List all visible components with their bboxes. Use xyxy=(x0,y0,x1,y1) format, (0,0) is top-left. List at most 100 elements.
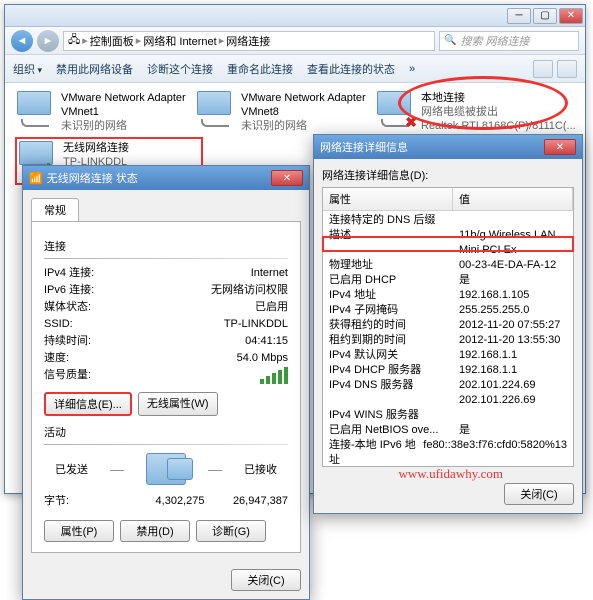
property-name: 物理地址 xyxy=(329,258,459,273)
adapter-description: Realtek RTL8168C(P)/8111C(... xyxy=(421,119,576,133)
close-button[interactable]: ✕ xyxy=(559,8,583,24)
adapter-status: 未识别的网络 xyxy=(241,119,373,133)
minimize-button[interactable]: ─ xyxy=(507,8,531,24)
details-list: 属性 值 连接特定的 DNS 后缀描述11b/g Wireless LAN Mi… xyxy=(322,187,574,467)
search-input[interactable]: 搜索 网络连接 xyxy=(439,31,579,51)
properties-button[interactable]: 属性(P) xyxy=(44,520,114,542)
connection-details-dialog: 网络连接详细信息 ✕ 网络连接详细信息(D): 属性 值 连接特定的 DNS 后… xyxy=(313,134,583,514)
tab-general[interactable]: 常规 xyxy=(31,198,79,221)
activity-section-label: 活动 xyxy=(44,424,288,440)
property-value: 202.101.224.69 xyxy=(459,378,567,393)
adapter-name: 本地连接 xyxy=(421,91,576,105)
property-value xyxy=(459,408,567,423)
disconnected-icon: ✖ xyxy=(405,114,417,131)
property-name: 获得租约的时间 xyxy=(329,318,459,333)
wireless-properties-button[interactable]: 无线属性(W) xyxy=(138,392,218,416)
close-button[interactable]: ✕ xyxy=(271,170,303,186)
adapter-local[interactable]: ✖ 本地连接 网络电缆被拔出 Realtek RTL8168C(P)/8111C… xyxy=(375,89,555,137)
disable-device-button[interactable]: 禁用此网络设备 xyxy=(56,61,133,77)
back-button[interactable]: ◄ xyxy=(11,30,33,52)
sent-label: 已发送 xyxy=(55,461,88,477)
breadcrumb[interactable]: 🖧 ▸ 控制面板 ▸ 网络和 Internet ▸ 网络连接 xyxy=(63,31,435,51)
breadcrumb-item[interactable]: 网络连接 xyxy=(226,33,270,49)
adapter-name: VMware Network Adapter VMnet1 xyxy=(61,91,193,119)
help-icon[interactable] xyxy=(557,60,577,78)
property-name: IPv4 地址 xyxy=(329,288,459,303)
property-name: 连接特定的 DNS 后缀 xyxy=(329,213,459,228)
adapter-vmnet1[interactable]: VMware Network Adapter VMnet1 未识别的网络 xyxy=(15,89,195,137)
details-row[interactable]: IPv4 WINS 服务器 xyxy=(323,408,573,423)
property-value: 2012-11-20 13:55:30 xyxy=(459,333,567,348)
property-name: 已启用 NetBIOS ove... xyxy=(329,423,459,438)
property-value xyxy=(459,213,567,228)
rename-button[interactable]: 重命名此连接 xyxy=(227,61,293,77)
details-row[interactable]: 连接-本地 IPv6 地址fe80::38e3:f76:cfd0:5820%13 xyxy=(323,438,573,467)
close-button[interactable]: 关闭(C) xyxy=(504,483,574,505)
organize-menu[interactable]: 组织 xyxy=(13,61,42,77)
close-button[interactable]: 关闭(C) xyxy=(231,569,301,591)
breadcrumb-icon: 🖧 xyxy=(68,31,80,50)
adapter-name: VMware Network Adapter VMnet8 xyxy=(241,91,373,119)
details-row[interactable]: 已启用 DHCP是 xyxy=(323,273,573,288)
details-row[interactable]: 202.101.226.69 xyxy=(323,393,573,408)
property-name: 已启用 DHCP xyxy=(329,273,459,288)
network-adapter-icon: ✖ xyxy=(377,91,415,129)
received-label: 已接收 xyxy=(244,461,277,477)
details-row[interactable]: 物理地址00-23-4E-DA-FA-12 xyxy=(323,258,573,273)
property-name: IPv4 子网掩码 xyxy=(329,303,459,318)
adapter-vmnet8[interactable]: VMware Network Adapter VMnet8 未识别的网络 xyxy=(195,89,375,137)
details-row[interactable]: 连接特定的 DNS 后缀 xyxy=(323,213,573,228)
details-row[interactable]: IPv4 子网掩码255.255.255.0 xyxy=(323,303,573,318)
property-value: 255.255.255.0 xyxy=(459,303,567,318)
property-name: IPv4 DNS 服务器 xyxy=(329,378,459,393)
wireless-status-dialog: 📶 无线网络连接 状态 ✕ 常规 连接 IPv4 连接:Internet IPv… xyxy=(22,165,310,600)
property-name: IPv4 WINS 服务器 xyxy=(329,408,459,423)
property-name: 描述 xyxy=(329,228,459,258)
forward-button[interactable]: ► xyxy=(37,30,59,52)
property-value: 00-23-4E-DA-FA-12 xyxy=(459,258,567,273)
adapter-status: 网络电缆被拔出 xyxy=(421,105,576,119)
details-row[interactable]: IPv4 DNS 服务器202.101.224.69 xyxy=(323,378,573,393)
property-value: 202.101.226.69 xyxy=(459,393,567,408)
adapter-name: 无线网络连接 xyxy=(63,141,216,155)
details-row[interactable]: 描述11b/g Wireless LAN Mini PCI Ex xyxy=(323,228,573,258)
property-name: 租约到期的时间 xyxy=(329,333,459,348)
column-value[interactable]: 值 xyxy=(453,188,573,210)
watermark: www.ufidawhy.com xyxy=(399,466,503,482)
breadcrumb-item[interactable]: 网络和 Internet xyxy=(143,33,216,49)
diagnose-button[interactable]: 诊断这个连接 xyxy=(147,61,213,77)
connection-section-label: 连接 xyxy=(44,238,288,254)
property-value: 是 xyxy=(459,273,567,288)
activity-icon xyxy=(146,453,186,485)
property-value: 192.168.1.1 xyxy=(459,363,567,378)
maximize-button[interactable]: ▢ xyxy=(533,8,557,24)
property-value: 192.168.1.1 xyxy=(459,348,567,363)
titlebar: ─ ▢ ✕ xyxy=(5,5,585,27)
dialog-titlebar: 📶 无线网络连接 状态 ✕ xyxy=(23,166,309,190)
property-value: 192.168.1.105 xyxy=(459,288,567,303)
dialog-title: 网络连接详细信息 xyxy=(320,139,408,155)
details-row[interactable]: 已启用 NetBIOS ove...是 xyxy=(323,423,573,438)
dialog-title: 无线网络连接 状态 xyxy=(47,170,138,186)
property-name: 连接-本地 IPv6 地址 xyxy=(329,438,423,467)
details-row[interactable]: IPv4 地址192.168.1.105 xyxy=(323,288,573,303)
view-status-button[interactable]: 查看此连接的状态 xyxy=(307,61,395,77)
column-property[interactable]: 属性 xyxy=(323,188,453,210)
navbar: ◄ ► 🖧 ▸ 控制面板 ▸ 网络和 Internet ▸ 网络连接 搜索 网络… xyxy=(5,27,585,55)
details-row[interactable]: IPv4 默认网关192.168.1.1 xyxy=(323,348,573,363)
diagnose-button[interactable]: 诊断(G) xyxy=(196,520,266,542)
details-button[interactable]: 详细信息(E)... xyxy=(44,392,132,416)
details-row[interactable]: 获得租约的时间2012-11-20 07:55:27 xyxy=(323,318,573,333)
details-row[interactable]: 租约到期的时间2012-11-20 13:55:30 xyxy=(323,333,573,348)
breadcrumb-item[interactable]: 控制面板 xyxy=(90,33,134,49)
disable-button[interactable]: 禁用(D) xyxy=(120,520,190,542)
wifi-icon: 📶 xyxy=(29,172,43,185)
close-button[interactable]: ✕ xyxy=(544,139,576,155)
details-header-label: 网络连接详细信息(D): xyxy=(322,167,574,183)
toolbar: 组织 禁用此网络设备 诊断这个连接 重命名此连接 查看此连接的状态 » xyxy=(5,55,585,83)
details-row[interactable]: IPv4 DHCP 服务器192.168.1.1 xyxy=(323,363,573,378)
property-value: 2012-11-20 07:55:27 xyxy=(459,318,567,333)
network-adapter-icon xyxy=(17,91,55,129)
property-name: IPv4 DHCP 服务器 xyxy=(329,363,459,378)
view-options-icon[interactable] xyxy=(533,60,553,78)
